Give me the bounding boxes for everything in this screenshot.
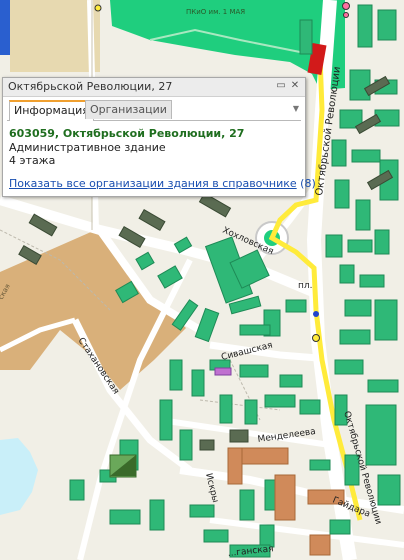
close-icon[interactable]: ✕ [289, 80, 301, 92]
pin-small-icon [343, 12, 349, 18]
tab-information[interactable]: Информация [9, 100, 94, 121]
popup-body: 603059, Октябрьской Революции, 27 Админи… [9, 127, 316, 190]
building-address: 603059, Октябрьской Революции, 27 [9, 127, 245, 140]
building-type: Административное здание [9, 141, 166, 154]
show-organizations-link[interactable]: Показать все организации здания в справо… [9, 177, 297, 190]
pin-icon [342, 2, 350, 10]
pin-button-icon[interactable]: ▭ [275, 80, 287, 92]
route-point-icon [312, 334, 320, 342]
popup-tabs: Информация Организации ▼ [7, 100, 301, 121]
tabs-dropdown-icon[interactable]: ▼ [293, 104, 299, 113]
street-label-pl: пл. [298, 281, 313, 291]
tab-organizations[interactable]: Организации [85, 100, 172, 119]
purple-building [214, 367, 232, 376]
popup-title: Октябрьской Революции, 27 [8, 80, 173, 93]
building-floors: 4 этажа [9, 154, 56, 167]
sand-area [10, 0, 100, 72]
building-info-popup: Октябрьской Революции, 27 ▭ ✕ Информация… [2, 77, 316, 197]
popup-titlebar[interactable]: Октябрьской Революции, 27 ▭ ✕ [3, 78, 305, 97]
route-marker-icon [313, 311, 319, 317]
route-start-icon [94, 4, 102, 12]
park-label: ПКиО им. 1 МАЯ [186, 8, 245, 16]
organizations-link-row: Показать все организации здания в справо… [9, 177, 316, 190]
organizations-count: (8) [300, 177, 316, 190]
